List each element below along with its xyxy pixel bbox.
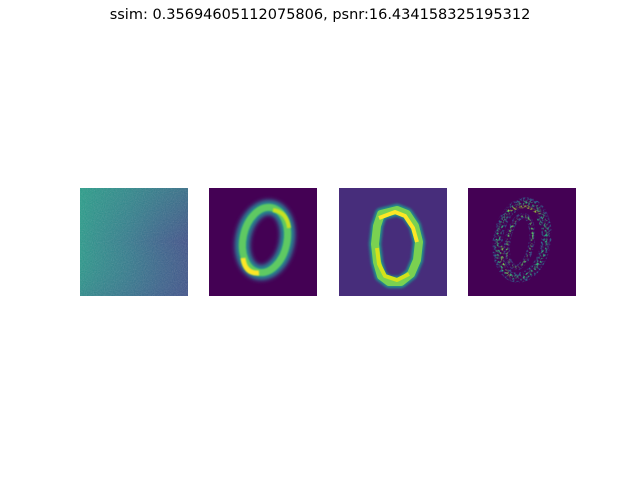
difference-image-panel	[468, 188, 576, 296]
reconstruction-image	[339, 188, 447, 296]
input-image	[80, 188, 188, 296]
figure-title: ssim: 0.35694605112075806, psnr:16.43415…	[109, 7, 531, 23]
target-image	[209, 188, 317, 296]
input-image-panel	[80, 188, 188, 296]
difference-image	[468, 188, 576, 296]
reconstruction-image-panel	[339, 188, 447, 296]
target-image-panel	[209, 188, 317, 296]
